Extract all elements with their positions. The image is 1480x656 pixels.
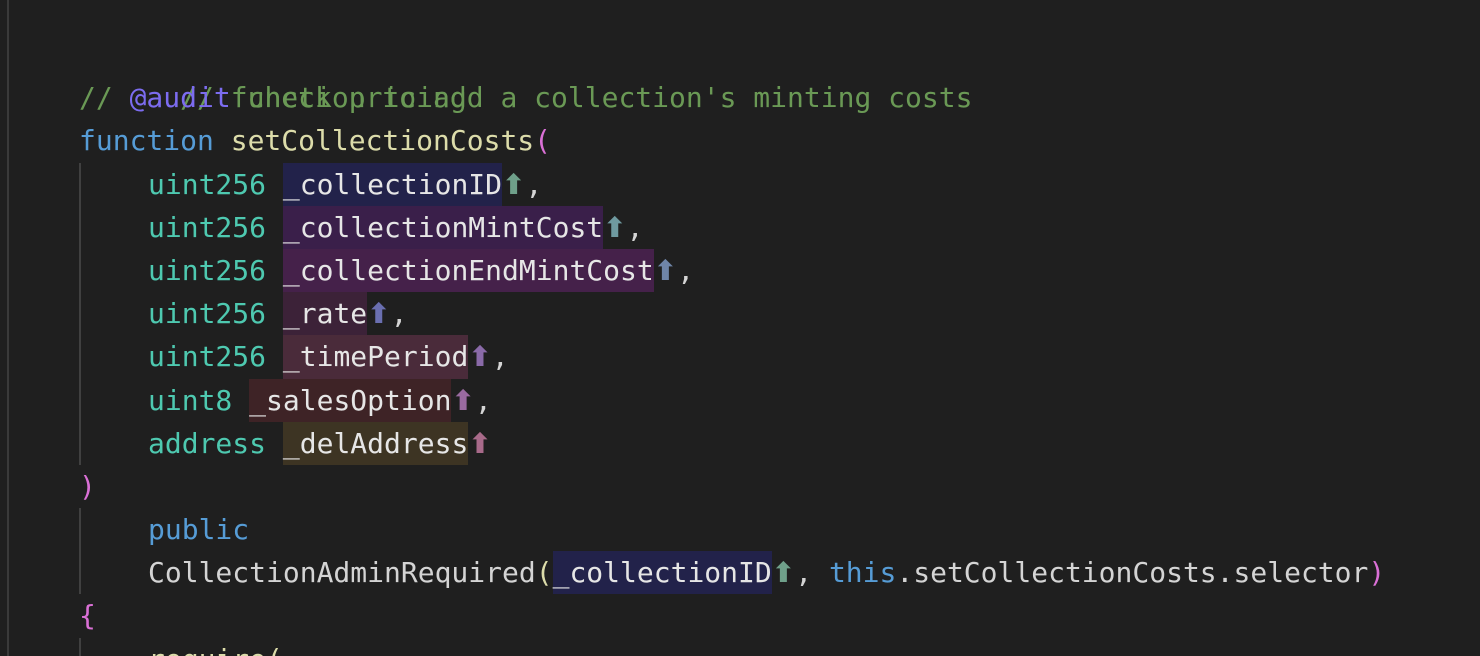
code-line-partial: require(	[79, 637, 1385, 656]
param-type: uint256	[148, 297, 267, 331]
param-name[interactable]: _timePeriod	[282, 335, 469, 379]
arrow-up-icon: ⬆	[771, 556, 796, 590]
code-block: // function to add a collection's mintin…	[79, 33, 1385, 656]
code-line-param: uint256 _collectionMintCost⬆,	[79, 205, 1385, 249]
param-name[interactable]: _rate	[282, 292, 368, 336]
code-line-comment-1: // function to add a collection's mintin…	[79, 33, 1385, 114]
this-keyword: this	[828, 556, 897, 590]
code-line-visibility: public	[79, 508, 1385, 552]
code-line-open-brace: {	[79, 594, 1385, 637]
comment-prefix: //	[79, 81, 130, 115]
code-editor[interactable]: // function to add a collection's mintin…	[0, 0, 1480, 656]
indent-guide	[79, 508, 81, 552]
param-name[interactable]: _collectionEndMintCost	[282, 248, 654, 293]
comment-rest: check pricing	[230, 81, 467, 115]
arrow-up-icon: ⬆	[367, 297, 391, 331]
modifier-arg[interactable]: _collectionID	[552, 551, 772, 595]
indent-guide	[79, 637, 81, 656]
code-line-close-paren: )	[79, 465, 1385, 508]
code-line-modifier: CollectionAdminRequired(_collectionID⬆, …	[79, 551, 1386, 595]
code-line-param: uint256 _timePeriod⬆,	[79, 335, 1385, 379]
arrow-up-icon: ⬆	[451, 383, 475, 417]
indent-guide	[79, 551, 81, 595]
selector-expression: .setCollectionCosts.selector	[896, 556, 1369, 590]
param-type: uint256	[148, 253, 267, 287]
code-line-param: uint256 _collectionEndMintCost⬆,	[79, 248, 1385, 293]
partial-require-call: require(	[148, 643, 283, 656]
code-line-comment-2: // @audit check pricing	[79, 76, 1385, 119]
indent-guide	[79, 162, 81, 206]
function-keyword: function	[79, 124, 214, 158]
modifier-name[interactable]: CollectionAdminRequired	[148, 556, 536, 589]
indent-guide	[79, 378, 81, 422]
code-line-param: uint256 _collectionID⬆,	[79, 162, 1385, 206]
param-type: uint8	[148, 383, 233, 417]
indent-guide	[79, 421, 81, 465]
param-name[interactable]: _delAddress	[282, 421, 469, 465]
param-name[interactable]: _collectionID	[282, 162, 503, 206]
param-comma: ,	[677, 253, 695, 287]
arrow-up-icon: ⬆	[468, 426, 492, 460]
open-paren: (	[534, 124, 552, 158]
param-type: uint256	[148, 340, 267, 374]
function-name[interactable]: setCollectionCosts	[231, 124, 534, 157]
audit-tag: @audit	[129, 81, 231, 115]
arrow-up-icon: ⬆	[653, 253, 678, 287]
param-comma: ,	[626, 210, 644, 244]
code-line-function-signature: function setCollectionCosts(	[79, 119, 1385, 162]
visibility-keyword: public	[148, 513, 250, 547]
param-comma: ,	[474, 383, 492, 417]
indent-guide	[79, 205, 81, 249]
code-line-param: address _delAddress⬆	[79, 421, 1385, 465]
code-line-param: uint256 _rate⬆,	[79, 292, 1385, 336]
param-type: address	[148, 426, 267, 460]
open-brace: {	[79, 599, 96, 633]
indent-guide	[79, 292, 81, 336]
close-paren: )	[79, 469, 96, 503]
modifier-separator: ,	[795, 556, 829, 590]
param-type: uint256	[148, 167, 267, 201]
param-type: uint256	[148, 210, 267, 244]
modifier-open-paren: (	[535, 556, 553, 590]
param-comma: ,	[491, 340, 509, 374]
arrow-up-icon: ⬆	[468, 340, 492, 374]
param-comma: ,	[390, 297, 408, 331]
param-name[interactable]: _salesOption	[249, 378, 452, 422]
code-line-param: uint8 _salesOption⬆,	[79, 378, 1385, 422]
indent-guide	[79, 248, 81, 293]
arrow-up-icon: ⬆	[603, 210, 627, 244]
editor-gutter-edge	[7, 0, 9, 656]
indent-guide	[79, 335, 81, 379]
arrow-up-icon: ⬆	[502, 167, 526, 201]
param-comma: ,	[525, 167, 543, 201]
modifier-close-paren: )	[1368, 556, 1386, 590]
param-name[interactable]: _collectionMintCost	[282, 205, 604, 249]
